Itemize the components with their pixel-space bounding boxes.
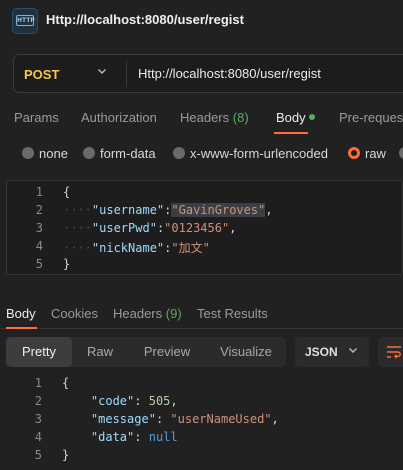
divider (0, 328, 403, 329)
open-brace: { (63, 185, 71, 199)
line-number: 2 (35, 203, 43, 217)
tab-params[interactable]: Params (14, 110, 59, 125)
radio-dot (83, 147, 95, 159)
response-tab-cookies[interactable]: Cookies (51, 306, 98, 321)
radio-dot (399, 147, 403, 159)
view-mode-selector: Pretty Raw Preview Visualize (6, 337, 286, 367)
line-number: 1 (34, 376, 42, 390)
radio-dot (22, 147, 34, 159)
view-preview-button[interactable]: Preview (128, 337, 206, 367)
format-label: JSON (305, 345, 338, 359)
radio-none-label: none (39, 146, 68, 161)
radio-raw-label: raw (365, 146, 386, 161)
radio-dot (173, 147, 185, 159)
line-number: 3 (35, 221, 43, 235)
open-brace: { (62, 376, 70, 390)
line-number: 1 (35, 185, 43, 199)
title-bar: HTTP Http://localhost:8080/user/regist (0, 0, 403, 42)
response-tab-body[interactable]: Body (6, 306, 36, 321)
json-row: "code": 505, (90, 394, 178, 408)
response-tab-test-results[interactable]: Test Results (197, 306, 268, 321)
close-brace: } (62, 448, 70, 462)
radio-dot-selected (348, 147, 360, 159)
line-number: 4 (35, 239, 43, 253)
url-input[interactable]: Http://localhost:8080/user/regist (138, 66, 321, 81)
line-number: 2 (34, 394, 42, 408)
chevron-down-icon[interactable] (96, 65, 108, 80)
tab-headers-label: Headers (180, 110, 230, 125)
url-bar: POST Http://localhost:8080/user/regist (13, 54, 403, 93)
active-tab-indicator (6, 327, 37, 329)
view-visualize-button[interactable]: Visualize (206, 337, 286, 367)
json-row: ····"username":"GavinGroves", (63, 203, 273, 217)
request-body-editor[interactable]: 1 2 3 4 5 { ····"username":"GavinGroves"… (6, 180, 403, 275)
response-tab-headers-label: Headers (113, 306, 163, 321)
line-number: 4 (34, 430, 42, 444)
response-headers-count: (9) (165, 306, 182, 321)
json-row: ····"nickName":"加文" (63, 241, 210, 255)
wrap-lines-icon (387, 346, 401, 359)
json-row: ····"userPwd":"0123456", (63, 221, 237, 235)
close-brace: } (63, 257, 71, 271)
wrap-lines-button[interactable] (378, 337, 403, 367)
json-row: "data": null (90, 430, 178, 444)
url-divider (126, 61, 127, 87)
line-number: 5 (34, 448, 42, 462)
http-file-icon: HTTP (12, 8, 38, 34)
chevron-down-icon (347, 344, 359, 359)
active-tab-indicator (274, 132, 308, 134)
format-select[interactable]: JSON (295, 337, 369, 367)
tab-pre-request[interactable]: Pre-reques (339, 110, 403, 125)
response-tab-headers[interactable]: Headers (9) (113, 306, 182, 321)
radio-urlencoded-label: x-www-form-urlencoded (190, 146, 328, 161)
radio-form-data-label: form-data (100, 146, 156, 161)
view-pretty-button[interactable]: Pretty (6, 337, 72, 367)
tab-authorization[interactable]: Authorization (81, 110, 157, 125)
window-title: Http://localhost:8080/user/regist (46, 12, 244, 27)
json-row: "message": "userNameUsed", (90, 412, 279, 426)
response-body-viewer[interactable]: 1 2 3 4 5 { "code": 505, "message": "use… (0, 372, 403, 470)
body-modified-dot (309, 114, 315, 120)
line-number: 5 (35, 257, 43, 271)
view-raw-button[interactable]: Raw (72, 337, 128, 367)
tab-headers[interactable]: Headers (8) (180, 110, 249, 125)
line-number: 3 (34, 412, 42, 426)
method-select[interactable]: POST (24, 67, 59, 82)
tab-body[interactable]: Body (276, 110, 306, 125)
headers-count-badge: (8) (232, 110, 249, 125)
